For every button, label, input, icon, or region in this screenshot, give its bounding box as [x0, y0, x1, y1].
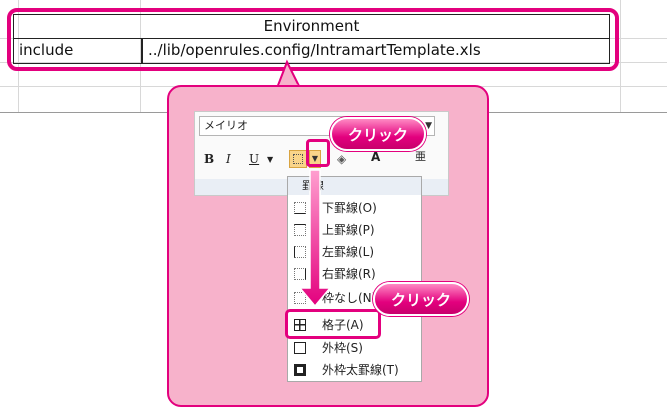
- click-callout-bubble: クリック: [373, 282, 469, 316]
- down-arrow-icon: [298, 169, 332, 308]
- click-callout-bubble: クリック: [330, 117, 426, 151]
